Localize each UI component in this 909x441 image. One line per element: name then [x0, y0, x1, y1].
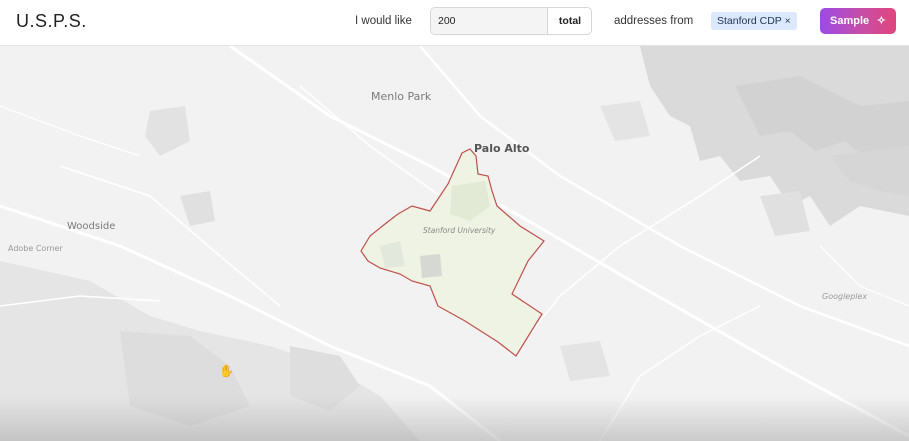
count-input[interactable] [431, 8, 547, 34]
map-label-stanford-university: Stanford University [423, 226, 496, 235]
top-bar: U.S.P.S. I would like total addresses fr… [0, 0, 909, 46]
region-chip[interactable]: Stanford CDP × [711, 12, 797, 30]
count-unit-dropdown[interactable]: total [547, 8, 591, 34]
map-label-woodside: Woodside [67, 221, 116, 232]
query-prefix-label: I would like [355, 15, 412, 27]
map-view[interactable]: Menlo Park Palo Alto Woodside Adobe Corn… [0, 46, 909, 441]
sample-button[interactable]: Sample ✧ [820, 8, 896, 34]
close-icon[interactable]: × [785, 16, 791, 27]
map-label-menlo-park: Menlo Park [371, 90, 432, 103]
query-middle-label: addresses from [614, 15, 694, 27]
map-label-palo-alto: Palo Alto [474, 142, 530, 155]
app-logo: U.S.P.S. [16, 11, 87, 31]
map-label-adobe-corner: Adobe Corner [8, 244, 63, 253]
sample-button-label: Sample [830, 15, 870, 27]
hand-cursor-icon: ✋ [219, 364, 234, 378]
map-label-googleplex: Googleplex [822, 292, 868, 301]
count-input-group: total [430, 7, 592, 35]
map-canvas[interactable] [0, 46, 909, 441]
app-window: U.S.P.S. I would like total addresses fr… [0, 0, 909, 441]
region-chip-label: Stanford CDP [717, 15, 782, 27]
campus-green-2 [420, 254, 442, 278]
sparkle-icon: ✧ [876, 15, 886, 27]
